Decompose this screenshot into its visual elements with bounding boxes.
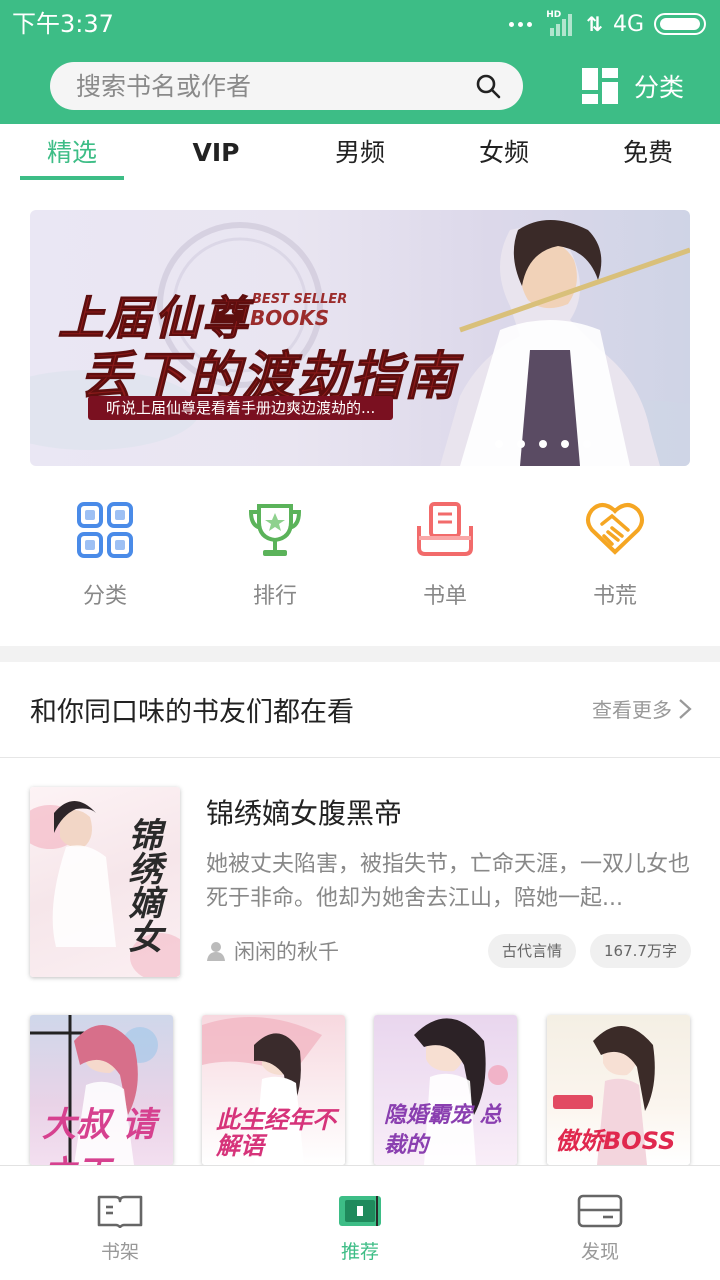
book-title[interactable]: 锦绣嫡女腹黑帝	[206, 792, 402, 832]
recommend-icon	[339, 1196, 381, 1226]
tab-vip[interactable]: VIP	[144, 124, 288, 182]
quick-link-label: 分类	[82, 584, 127, 609]
quick-link-ranking[interactable]: 排行	[200, 500, 350, 610]
search-input[interactable]	[76, 62, 456, 110]
bottom-navigation: 书架 推荐 发现	[0, 1165, 720, 1280]
bookshelf-icon	[97, 1195, 143, 1228]
tab-female[interactable]: 女频	[432, 124, 576, 182]
cover-title: 隐婚霸宠 总裁的	[384, 1103, 502, 1158]
cover-title: 大叔 请立正	[42, 1105, 156, 1165]
booklist-icon	[417, 502, 473, 556]
tab-featured[interactable]: 精选	[0, 124, 144, 182]
view-more-label: 查看更多	[592, 698, 672, 722]
pagination-dot[interactable]	[561, 440, 569, 448]
network-type: 4G	[612, 11, 644, 37]
section-title: 和你同口味的书友们都在看	[30, 697, 354, 728]
user-icon	[207, 942, 225, 961]
quick-link-label: 排行	[252, 584, 297, 609]
quick-link-category[interactable]: 分类	[30, 500, 180, 610]
pagination-dot[interactable]	[539, 440, 547, 448]
genre-tag: 古代言情	[488, 934, 577, 968]
category-label: 分类	[634, 73, 685, 102]
trophy-icon	[248, 504, 302, 556]
discover-icon	[577, 1194, 623, 1228]
cover-title: 傲娇BOSS	[555, 1127, 676, 1155]
data-transfer-icon: ⇅	[586, 12, 603, 36]
recommend-section: 和你同口味的书友们都在看 查看更多 锦绣嫡女 锦绣嫡女腹黑帝 她被丈夫陷害，被指…	[0, 662, 720, 1165]
banner-badge-line2: BOOKS	[250, 306, 330, 330]
nav-discover[interactable]: 发现	[480, 1166, 720, 1280]
pagination-dot[interactable]	[495, 440, 503, 448]
nav-label: 书架	[100, 1241, 139, 1263]
search-icon[interactable]	[475, 73, 501, 99]
handshake-icon	[586, 503, 644, 555]
quick-link-label: 书荒	[592, 584, 637, 609]
book-author: 闲闲的秋千	[206, 936, 339, 966]
status-bar: 下午3:37 HD ⇅ 4G	[0, 0, 720, 48]
quick-link-label: 书单	[422, 584, 467, 609]
notification-dots-icon	[509, 21, 533, 27]
book-cover[interactable]: 大叔 请立正	[30, 1015, 173, 1165]
promo-banner[interactable]: BEST SELLER BOOKS 上届仙尊 丢下的渡劫指南 听说上届仙尊是看着…	[30, 210, 690, 466]
active-tab-indicator	[20, 176, 124, 180]
layout-grid-icon	[582, 68, 618, 104]
tab-free[interactable]: 免费	[576, 124, 720, 182]
hd-signal-icon: HD	[546, 10, 576, 36]
tab-male[interactable]: 男频	[288, 124, 432, 182]
book-cover[interactable]: 锦绣嫡女	[30, 787, 180, 977]
top-card: BEST SELLER BOOKS 上届仙尊 丢下的渡劫指南 听说上届仙尊是看着…	[0, 182, 720, 646]
pagination-dot[interactable]	[517, 440, 525, 448]
book-cover[interactable]: 傲娇BOSS	[547, 1015, 690, 1165]
nav-recommend[interactable]: 推荐	[240, 1166, 480, 1280]
cover-title: 锦绣嫡女	[122, 817, 162, 953]
cover-title: 此生经年不解语	[216, 1106, 336, 1160]
status-time: 下午3:37	[12, 10, 114, 38]
app-header: 下午3:37 HD ⇅ 4G 分类	[0, 0, 720, 124]
nav-label: 发现	[580, 1241, 619, 1263]
nav-bookshelf[interactable]: 书架	[0, 1166, 240, 1280]
book-cover[interactable]: 此生经年不解语	[202, 1015, 345, 1165]
word-count-tag: 167.7万字	[590, 934, 691, 968]
divider	[0, 757, 720, 758]
banner-badge-line1: BEST SELLER	[252, 292, 348, 307]
banner-subtitle: 听说上届仙尊是看着手册边爽边渡劫的...	[88, 396, 394, 420]
book-description: 她被丈夫陷害，被指失节，亡命天涯，一双儿女也死于非命。他却为她舍去江山，陪她一起…	[206, 852, 690, 911]
quick-link-book-shortage[interactable]: 书荒	[540, 500, 690, 610]
search-bar[interactable]	[50, 62, 523, 110]
author-name: 闲闲的秋千	[234, 940, 339, 964]
quick-link-booklist[interactable]: 书单	[370, 500, 520, 610]
category-button[interactable]: 分类	[582, 66, 684, 106]
banner-pagination	[495, 440, 591, 448]
channel-tabs: 精选 VIP 男频 女频 免费	[0, 124, 720, 182]
nav-label: 推荐	[340, 1241, 379, 1263]
book-cover[interactable]: 隐婚霸宠 总裁的	[374, 1015, 517, 1165]
view-more-link[interactable]: 查看更多	[592, 694, 692, 723]
status-icons: HD ⇅ 4G	[509, 8, 706, 40]
grid-icon	[77, 502, 133, 558]
pagination-dot[interactable]	[583, 440, 591, 448]
chevron-right-icon	[679, 698, 692, 719]
battery-icon	[654, 13, 706, 35]
